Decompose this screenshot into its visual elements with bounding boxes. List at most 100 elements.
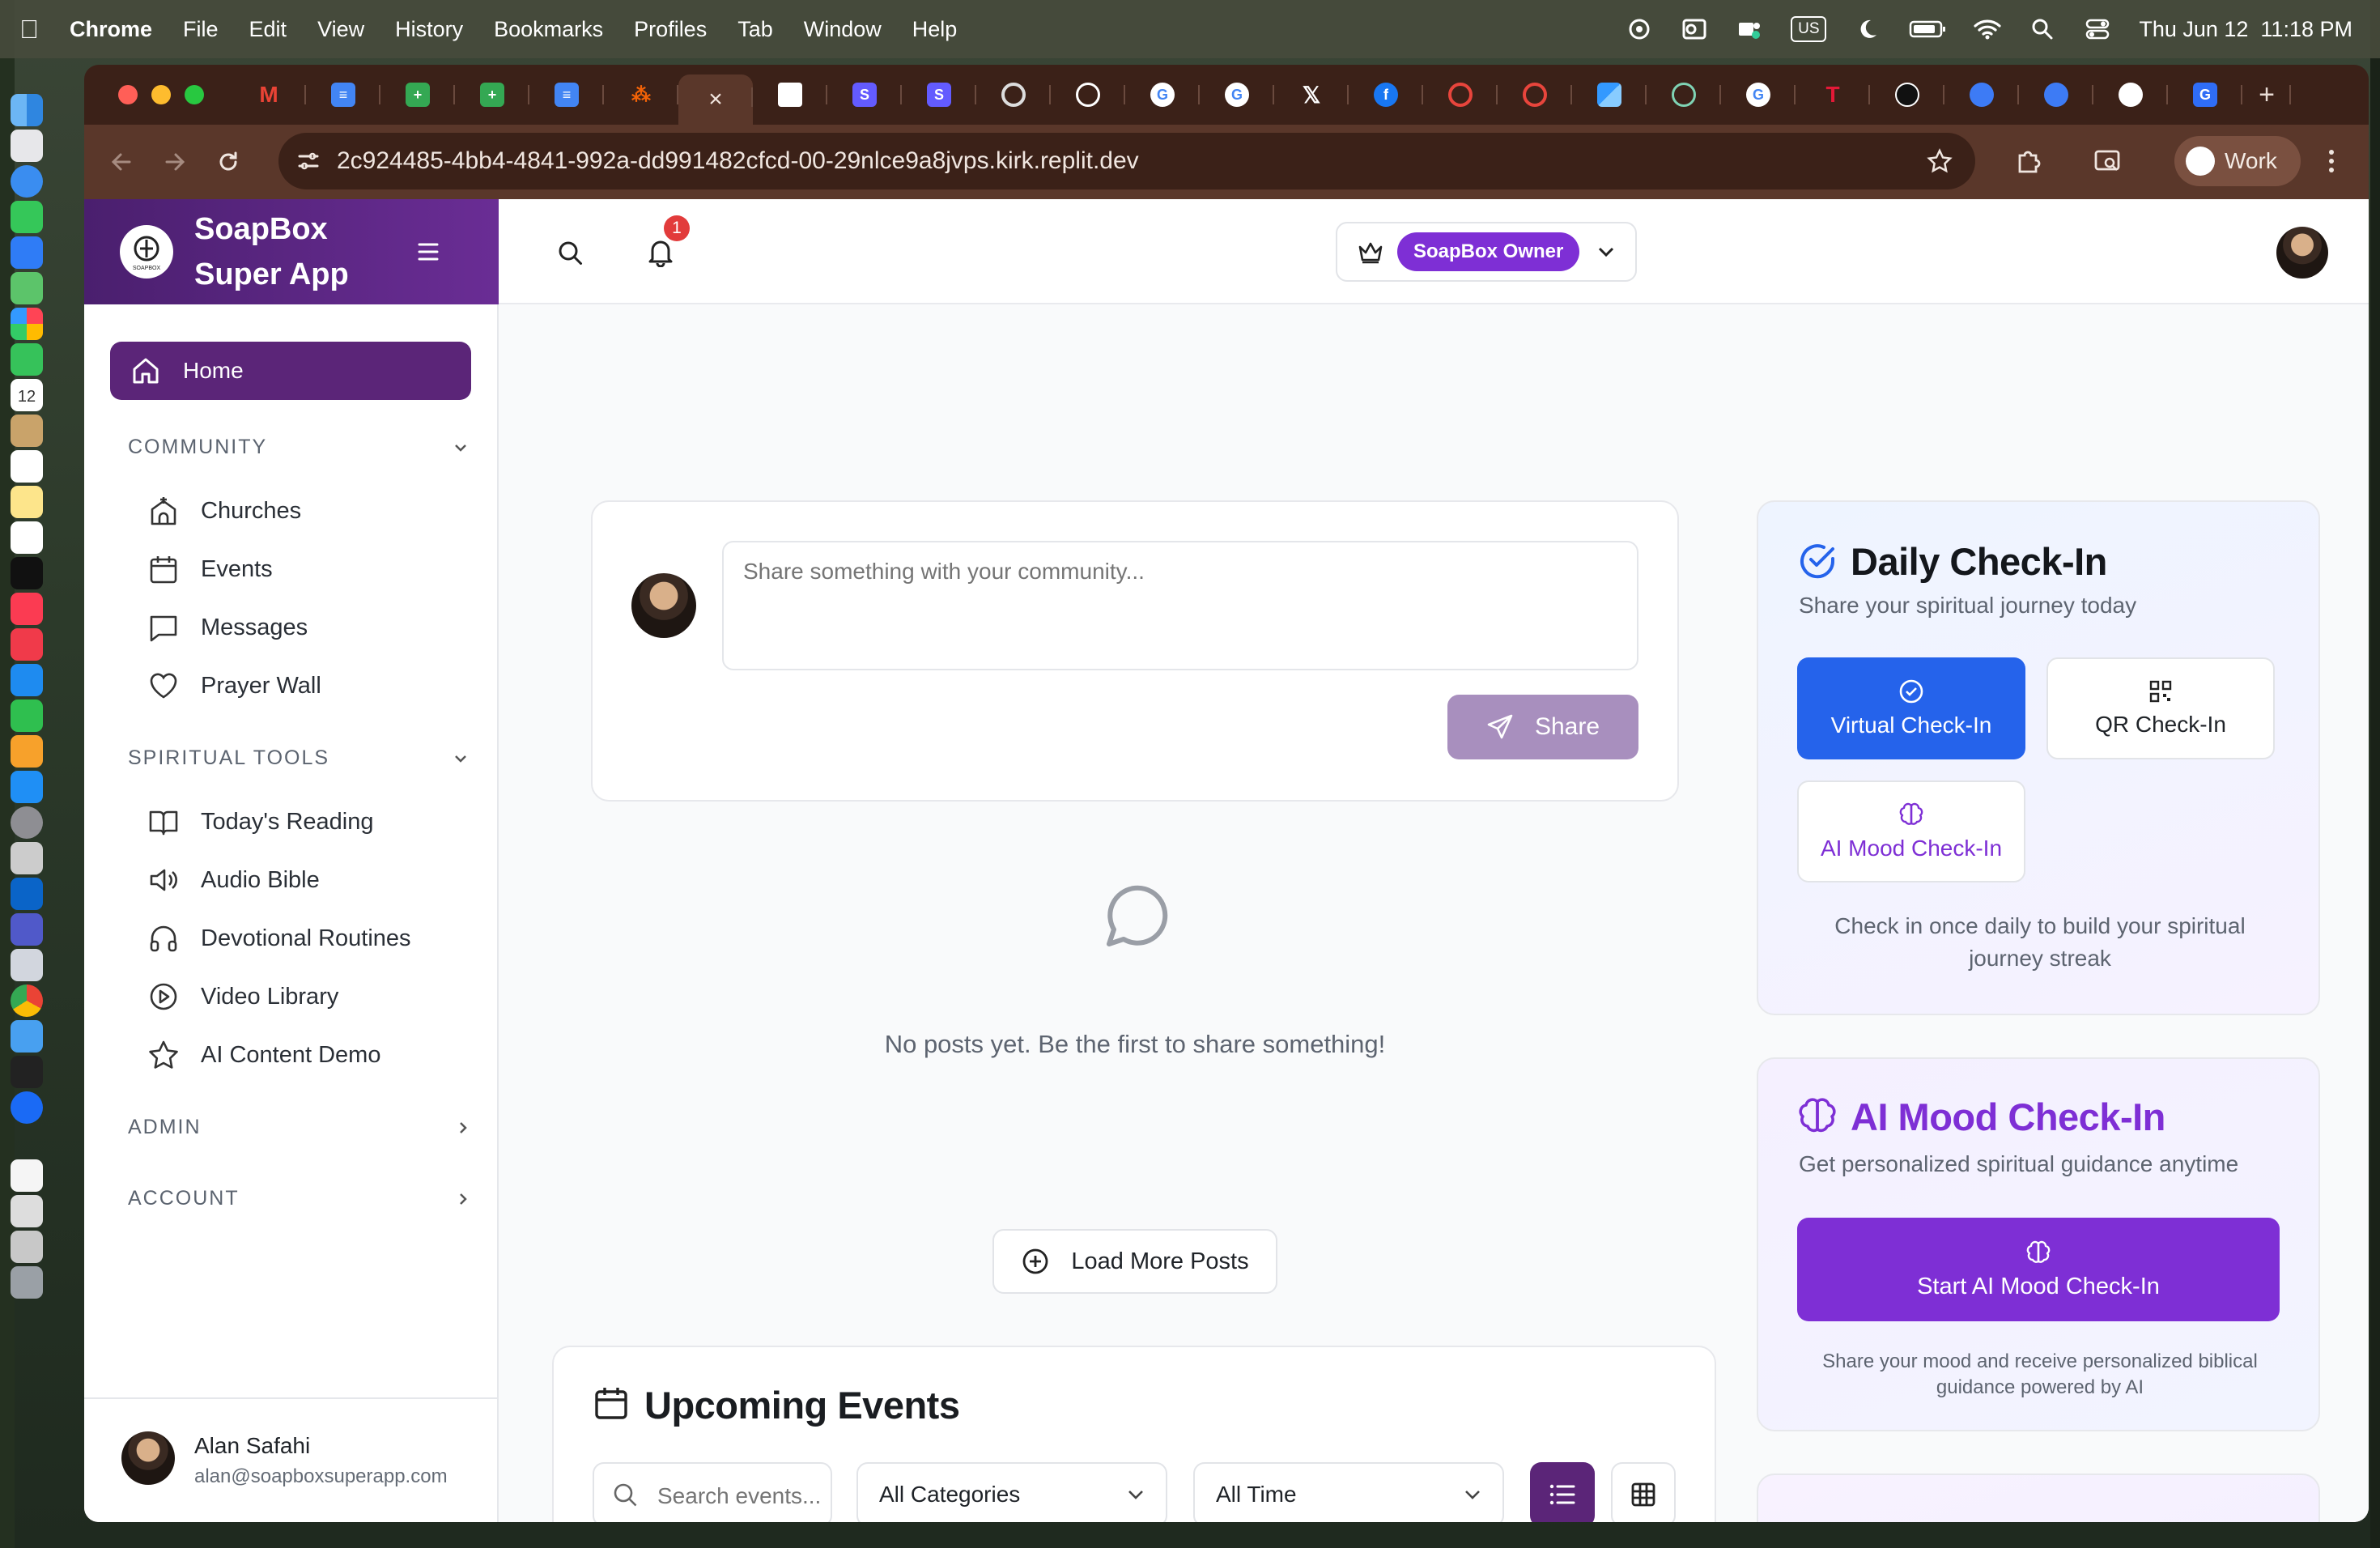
- wifi-icon[interactable]: [1974, 18, 2001, 40]
- tab-app-3[interactable]: [1572, 72, 1647, 117]
- site-info-icon[interactable]: [296, 149, 321, 173]
- zoom-window-button[interactable]: [185, 85, 204, 104]
- start-ai-mood-checkin-button[interactable]: Start AI Mood Check-In: [1797, 1218, 2280, 1321]
- outlook-icon[interactable]: [1681, 18, 1708, 40]
- menu-history[interactable]: History: [395, 17, 463, 42]
- share-button[interactable]: Share: [1447, 695, 1638, 759]
- preview-icon[interactable]: [11, 1020, 43, 1053]
- sidebar-item-todays-reading[interactable]: Today's Reading: [147, 802, 374, 842]
- hamburger-menu-icon[interactable]: [416, 241, 440, 262]
- profile-chip[interactable]: Work: [2174, 136, 2301, 186]
- nav-section-spiritual-tools[interactable]: SPIRITUAL TOOLS: [128, 746, 468, 770]
- trash-icon[interactable]: [11, 1266, 43, 1299]
- launchpad-icon[interactable]: [11, 130, 43, 162]
- terminal-icon[interactable]: [11, 1056, 43, 1088]
- load-more-posts-button[interactable]: Load More Posts: [992, 1229, 1277, 1294]
- music-icon[interactable]: [11, 593, 43, 625]
- extensions-icon[interactable]: [2015, 147, 2042, 175]
- tab-docs-1[interactable]: ≡: [306, 72, 380, 117]
- tab-sheets-1[interactable]: +: [380, 72, 455, 117]
- app-store-icon[interactable]: [11, 771, 43, 803]
- remote-desktop-icon[interactable]: [11, 949, 43, 981]
- tab-app-1[interactable]: [1423, 72, 1498, 117]
- downloads-icon[interactable]: [11, 1231, 43, 1263]
- tab-active[interactable]: ×: [678, 74, 753, 125]
- photos-icon[interactable]: [11, 308, 43, 340]
- tab-tesla[interactable]: T: [1796, 72, 1870, 117]
- nav-section-account[interactable]: ACCOUNT: [128, 1187, 468, 1210]
- menu-tab[interactable]: Tab: [737, 17, 773, 42]
- folder-icon[interactable]: [11, 1195, 43, 1227]
- sidebar-item-video-library[interactable]: Video Library: [147, 976, 338, 1017]
- category-select[interactable]: All Categories: [856, 1462, 1167, 1522]
- time-select[interactable]: All Time: [1193, 1462, 1504, 1522]
- iphone-mirroring-icon[interactable]: [11, 842, 43, 874]
- minimize-window-button[interactable]: [151, 85, 171, 104]
- list-view-button[interactable]: [1530, 1462, 1595, 1522]
- settings-icon[interactable]: [11, 806, 43, 839]
- header-avatar[interactable]: [2276, 227, 2328, 279]
- close-window-button[interactable]: [118, 85, 138, 104]
- search-events-field[interactable]: [593, 1462, 832, 1522]
- sidebar-item-messages[interactable]: Messages: [147, 607, 308, 648]
- tv-icon[interactable]: [11, 557, 43, 589]
- nav-section-community[interactable]: COMMUNITY: [128, 436, 468, 459]
- calendar-icon[interactable]: 12: [11, 379, 43, 411]
- sidebar-item-prayer-wall[interactable]: Prayer Wall: [147, 666, 321, 706]
- menu-profiles[interactable]: Profiles: [634, 17, 707, 42]
- tab-search-icon[interactable]: [2093, 147, 2123, 175]
- grid-view-button[interactable]: [1611, 1462, 1676, 1522]
- tab-stripe-1[interactable]: S: [827, 72, 902, 117]
- chrome-dock-icon[interactable]: [11, 985, 43, 1017]
- notification-bell-icon[interactable]: [647, 238, 674, 267]
- tab-facebook[interactable]: f: [1349, 72, 1423, 117]
- mail-icon[interactable]: [11, 236, 43, 269]
- spotlight-search-icon[interactable]: [2029, 18, 2056, 40]
- tab-github[interactable]: [2093, 72, 2168, 117]
- post-composer-input[interactable]: [722, 541, 1638, 670]
- tab-openai-2[interactable]: [1870, 72, 1944, 117]
- tab-stripe-2[interactable]: S: [902, 72, 976, 117]
- freeform-icon[interactable]: [11, 521, 43, 554]
- maps-icon[interactable]: [11, 272, 43, 304]
- numbers-icon[interactable]: [11, 700, 43, 732]
- messages-icon[interactable]: [11, 201, 43, 233]
- search-icon[interactable]: [557, 240, 584, 267]
- tab-app-4[interactable]: [1647, 72, 1721, 117]
- sidebar-item-audio-bible[interactable]: Audio Bible: [147, 860, 320, 900]
- tab-app-5[interactable]: [1944, 72, 2019, 117]
- menu-help[interactable]: Help: [912, 17, 958, 42]
- tab-x[interactable]: 𝕏: [1274, 72, 1349, 117]
- back-button[interactable]: [104, 144, 139, 180]
- control-center-icon[interactable]: [2084, 18, 2111, 40]
- facetime-icon[interactable]: [11, 343, 43, 376]
- qr-checkin-button[interactable]: QR Check-In: [2046, 657, 2275, 759]
- tab-docs-2[interactable]: ≡: [529, 72, 604, 117]
- tab-google-1[interactable]: G: [1125, 72, 1200, 117]
- menubar-app-name[interactable]: Chrome: [70, 17, 152, 42]
- tab-soapbox[interactable]: [753, 72, 827, 117]
- menu-window[interactable]: Window: [804, 17, 882, 42]
- reminders-icon[interactable]: [11, 450, 43, 483]
- sidebar-item-churches[interactable]: Churches: [147, 491, 301, 531]
- virtual-checkin-button[interactable]: Virtual Check-In: [1797, 657, 2025, 759]
- notes-icon[interactable]: [11, 486, 43, 518]
- contacts-icon[interactable]: [11, 415, 43, 447]
- teams-dock-icon[interactable]: [11, 913, 43, 946]
- tab-sheets-2[interactable]: +: [455, 72, 529, 117]
- teams-icon[interactable]: [1736, 18, 1763, 40]
- reload-button[interactable]: [210, 144, 246, 180]
- screen-record-icon[interactable]: [1626, 18, 1653, 40]
- menu-view[interactable]: View: [317, 17, 364, 42]
- safari-icon[interactable]: [11, 165, 43, 198]
- bookmark-star-icon[interactable]: [1927, 148, 1953, 174]
- document-icon[interactable]: [11, 1159, 43, 1192]
- menu-file[interactable]: File: [183, 17, 219, 42]
- tab-app-6[interactable]: [2019, 72, 2093, 117]
- menu-bookmarks[interactable]: Bookmarks: [494, 17, 603, 42]
- moon-icon[interactable]: [1854, 18, 1881, 40]
- outlook-dock-icon[interactable]: [11, 878, 43, 910]
- menu-edit[interactable]: Edit: [249, 17, 287, 42]
- new-tab-button[interactable]: +: [2242, 72, 2291, 117]
- nav-section-admin[interactable]: ADMIN: [128, 1116, 468, 1139]
